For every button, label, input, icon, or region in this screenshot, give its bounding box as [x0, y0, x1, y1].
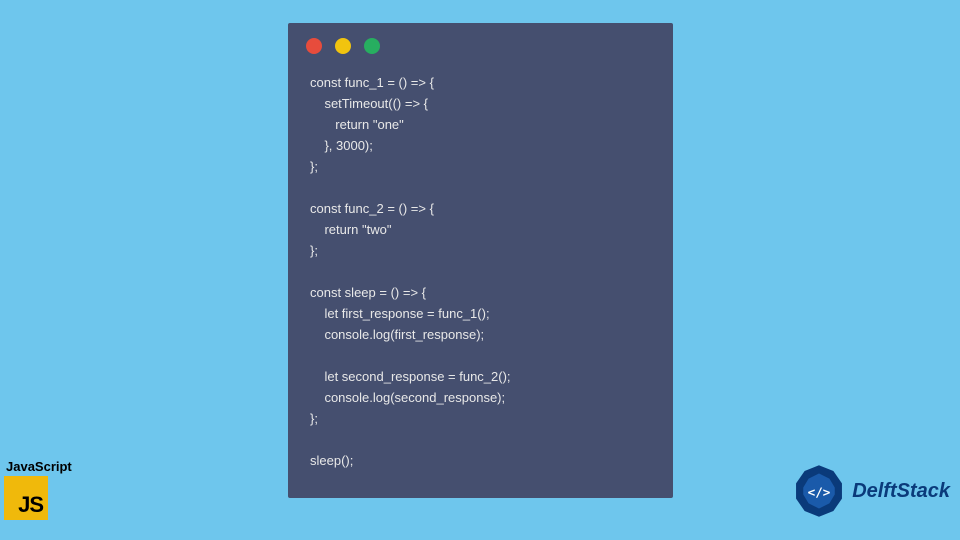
delftstack-badge: </> DelftStack [792, 464, 950, 518]
javascript-icon: JS [4, 476, 48, 520]
code-block: const func_1 = () => { setTimeout(() => … [288, 64, 673, 479]
delftstack-logo-icon: </> [792, 464, 846, 518]
svg-text:</>: </> [808, 484, 831, 499]
delftstack-text: DelftStack [852, 480, 950, 503]
window-title-bar [288, 23, 673, 64]
javascript-icon-text: JS [18, 492, 43, 518]
javascript-badge: JavaScript JS [4, 459, 72, 520]
traffic-light-close-icon [306, 38, 322, 54]
javascript-label: JavaScript [6, 459, 72, 474]
traffic-light-maximize-icon [364, 38, 380, 54]
traffic-light-minimize-icon [335, 38, 351, 54]
code-window: const func_1 = () => { setTimeout(() => … [288, 23, 673, 498]
